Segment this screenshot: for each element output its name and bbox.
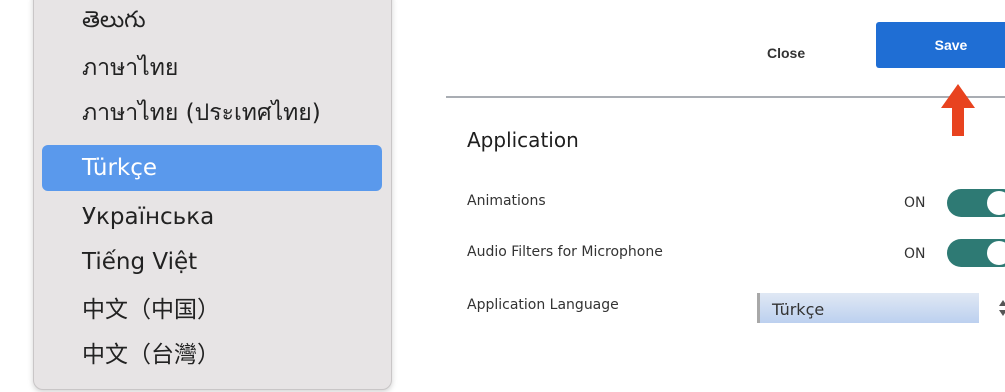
- up-arrow-icon: [941, 84, 975, 136]
- save-button[interactable]: Save: [876, 22, 1005, 68]
- audio-filters-state: ON: [904, 246, 926, 262]
- language-option-ukrainian[interactable]: Українська: [42, 194, 382, 240]
- audio-filters-toggle[interactable]: [947, 239, 1005, 267]
- animations-state: ON: [904, 195, 926, 211]
- audio-filters-label: Audio Filters for Microphone: [467, 244, 663, 260]
- save-button-label: Save: [934, 37, 968, 53]
- language-option-thai[interactable]: ภาษาไทย: [42, 45, 382, 91]
- section-title: Application: [467, 128, 579, 152]
- up-down-chevron-icon: [999, 300, 1005, 316]
- language-option-turkish[interactable]: Türkçe: [42, 145, 382, 191]
- language-dropdown-menu: తెలుగు ภาษาไทย ภาษาไทย (ประเทศไทย) Türkç…: [33, 0, 392, 390]
- animations-label: Animations: [467, 193, 546, 209]
- language-select-value: Türkçe: [772, 300, 825, 319]
- language-select-field: Türkçe: [757, 293, 979, 323]
- language-option-thai-thailand[interactable]: ภาษาไทย (ประเทศไทย): [42, 90, 382, 136]
- toggle-knob: [987, 241, 1005, 265]
- close-button[interactable]: Close: [767, 45, 805, 61]
- animations-toggle[interactable]: [947, 189, 1005, 217]
- dialog-toolbar: Close Save: [446, 0, 1005, 98]
- language-option-telugu[interactable]: తెలుగు: [42, 0, 382, 46]
- language-option-chinese-china[interactable]: 中文（中国）: [42, 284, 382, 330]
- toggle-knob: [987, 191, 1005, 215]
- language-option-vietnamese[interactable]: Tiếng Việt: [42, 239, 382, 285]
- application-language-select[interactable]: Türkçe: [757, 293, 1005, 323]
- application-language-label: Application Language: [467, 297, 619, 313]
- toolbar-divider: [446, 96, 1005, 98]
- language-option-chinese-taiwan[interactable]: 中文（台灣）: [42, 329, 382, 375]
